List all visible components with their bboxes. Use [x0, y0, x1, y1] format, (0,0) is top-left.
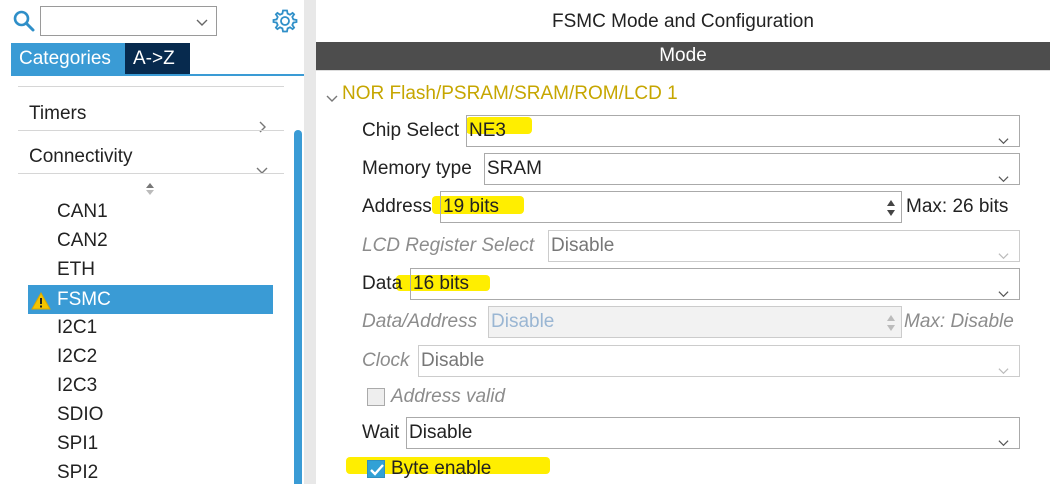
chevron-down-icon	[998, 241, 1009, 260]
chip-select-label: Chip Select	[362, 120, 460, 141]
list-item-spi1[interactable]: SPI1	[57, 429, 98, 458]
address-valid-row: Address valid	[391, 381, 691, 413]
chevron-down-icon	[326, 88, 338, 102]
checkmark-icon	[370, 464, 384, 476]
memory-type-row: Memory type SRAM	[362, 153, 1022, 185]
list-item-i2c2[interactable]: I2C2	[57, 342, 97, 371]
address-spinner[interactable]: 19 bits	[440, 191, 902, 223]
spinner-arrows-icon[interactable]	[886, 196, 896, 220]
right-panel: FSMC Mode and Configuration Mode NOR Fla…	[316, 0, 1050, 484]
category-tabs: Categories A->Z	[11, 43, 190, 74]
list-item-fsmc[interactable]: FSMC	[28, 285, 273, 314]
memory-type-value: SRAM	[487, 158, 542, 179]
list-item-i2c1[interactable]: I2C1	[57, 313, 97, 342]
data-row: Data 16 bits	[362, 268, 1022, 300]
byte-enable-row: Byte enable	[391, 453, 691, 485]
wait-label: Wait	[362, 422, 400, 443]
chevron-down-icon	[998, 164, 1009, 183]
wait-value: Disable	[409, 422, 473, 443]
divider	[18, 130, 284, 131]
chevron-down-icon	[256, 151, 268, 174]
address-row: Address 19 bits Max: 26 bits	[362, 191, 1042, 223]
byte-enable-checkbox[interactable]	[367, 460, 385, 478]
clipped-category-label	[29, 76, 89, 84]
byte-enable-label: Byte enable	[391, 458, 492, 479]
sort-icon[interactable]	[145, 182, 155, 196]
address-valid-checkbox[interactable]	[367, 388, 385, 406]
lcd-register-select-row: LCD Register Select Disable	[362, 230, 1022, 262]
chevron-down-icon	[998, 279, 1009, 298]
address-value: 19 bits	[443, 196, 499, 217]
data-value: 16 bits	[413, 273, 469, 294]
chip-select-value: NE3	[469, 120, 506, 141]
left-panel: Categories A->Z Timers Connectivity CAN1…	[0, 0, 304, 484]
chip-select-dropdown[interactable]: NE3	[466, 115, 1020, 147]
section-nor-flash[interactable]: NOR Flash/PSRAM/SRAM/ROM/LCD 1	[326, 83, 678, 105]
chip-select-row: Chip Select NE3	[362, 115, 1022, 147]
panel-splitter[interactable]	[304, 0, 316, 484]
clock-label: Clock	[362, 350, 410, 371]
mode-header: Mode	[316, 42, 1050, 70]
category-label: Connectivity	[29, 146, 133, 167]
data-dropdown[interactable]: 16 bits	[410, 268, 1020, 300]
address-label: Address	[362, 196, 432, 217]
memory-type-dropdown[interactable]: SRAM	[484, 153, 1020, 185]
category-connectivity[interactable]: Connectivity	[18, 137, 284, 177]
data-address-row: Data/Address Disable Max: Disable	[362, 306, 1042, 338]
list-item-i2c3[interactable]: I2C3	[57, 371, 97, 400]
list-item-label: FSMC	[57, 289, 111, 310]
address-valid-label: Address valid	[391, 386, 506, 407]
section-title: NOR Flash/PSRAM/SRAM/ROM/LCD 1	[342, 83, 678, 104]
list-item-eth[interactable]: ETH	[57, 255, 95, 284]
list-item-sdio[interactable]: SDIO	[57, 400, 103, 429]
divider	[18, 86, 284, 87]
warning-icon	[31, 290, 51, 310]
wait-row: Wait Disable	[362, 417, 1022, 449]
chevron-down-icon	[998, 356, 1009, 375]
lcd-register-select-dropdown[interactable]: Disable	[548, 230, 1020, 262]
page-title: FSMC Mode and Configuration	[552, 11, 814, 32]
clock-value: Disable	[421, 350, 485, 371]
address-max: Max: 26 bits	[906, 196, 1009, 217]
memory-type-label: Memory type	[362, 158, 472, 179]
divider	[18, 173, 284, 174]
category-label: Timers	[29, 103, 87, 124]
clock-row: Clock Disable	[362, 345, 1022, 377]
chevron-right-icon	[256, 108, 268, 133]
tab-a-to-z[interactable]: A->Z	[125, 43, 190, 74]
search-row	[0, 0, 304, 42]
search-input[interactable]	[40, 6, 217, 36]
search-icon[interactable]	[12, 9, 36, 33]
data-address-value: Disable	[491, 311, 555, 332]
spinner-arrows-icon[interactable]	[886, 311, 896, 335]
list-item-spi2[interactable]: SPI2	[57, 458, 98, 484]
clock-dropdown[interactable]: Disable	[418, 345, 1020, 377]
lcd-register-select-label: LCD Register Select	[362, 235, 535, 256]
divider	[316, 70, 1050, 71]
category-timers[interactable]: Timers	[18, 94, 284, 134]
chevron-down-icon	[998, 428, 1009, 447]
chevron-down-icon[interactable]	[196, 15, 208, 27]
category-tree: Timers Connectivity CAN1 CAN2 ETH FSMC I…	[0, 76, 304, 484]
data-label: Data	[362, 273, 403, 294]
gear-icon[interactable]	[272, 8, 298, 34]
data-address-max: Max: Disable	[904, 311, 1014, 332]
list-item-can2[interactable]: CAN2	[57, 226, 108, 255]
list-item-can1[interactable]: CAN1	[57, 197, 108, 226]
chevron-down-icon	[998, 126, 1009, 145]
tab-categories[interactable]: Categories	[11, 43, 125, 74]
scrollbar-thumb[interactable]	[294, 130, 302, 484]
lcd-register-select-value: Disable	[551, 235, 615, 256]
data-address-label: Data/Address	[362, 311, 478, 332]
wait-dropdown[interactable]: Disable	[406, 417, 1020, 449]
data-address-spinner[interactable]: Disable	[488, 306, 902, 338]
